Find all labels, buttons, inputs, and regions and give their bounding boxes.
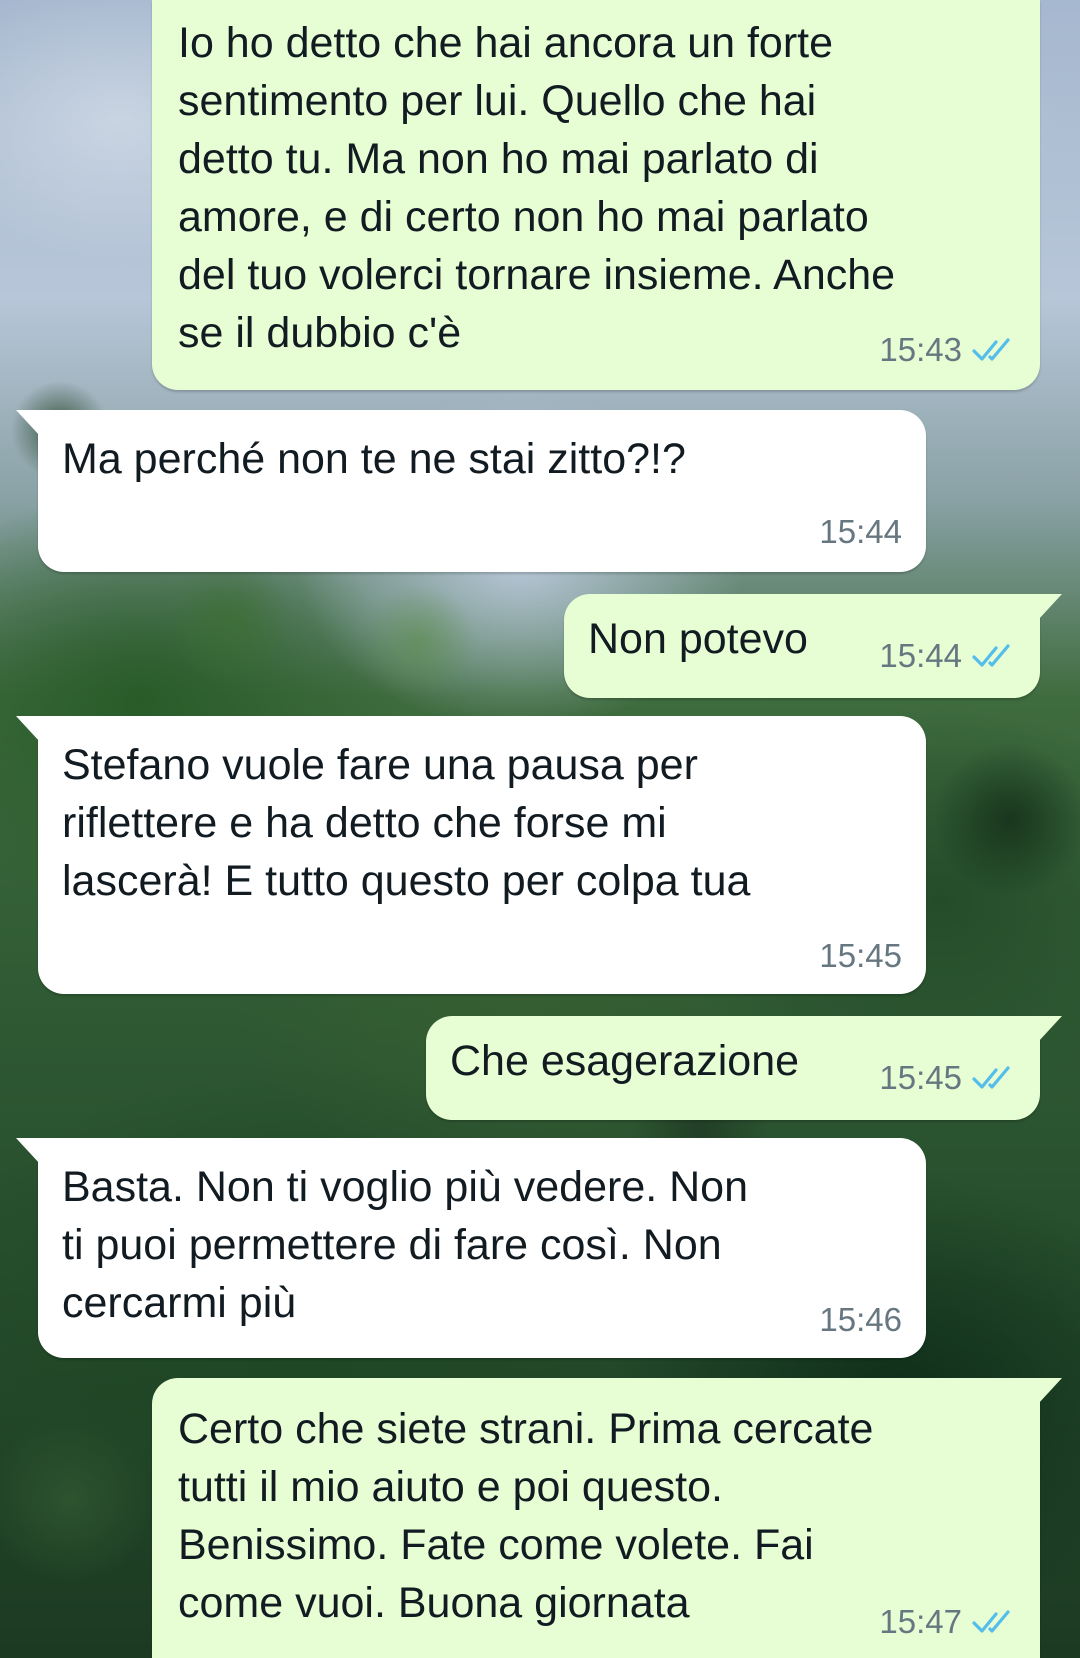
outgoing-message-bubble[interactable]: Non potevo 15:44 [564, 594, 1062, 698]
message-time: 15:45 [879, 1059, 962, 1096]
message-meta: 15:44 [819, 514, 902, 550]
message-text: Io ho detto che hai ancora un forte sent… [178, 19, 896, 357]
message-time: 15:45 [819, 937, 902, 974]
message-text: Basta. Non ti voglio più vedere. Non ti … [62, 1163, 749, 1327]
message-text: Stefano vuole fare una pausa per riflett… [62, 741, 751, 905]
double-check-read-icon [972, 644, 1010, 667]
incoming-message-bubble[interactable]: Basta. Non ti voglio più vedere. Non ti … [16, 1138, 926, 1358]
message-meta: 15:45 [879, 1060, 1016, 1096]
message-meta: 15:46 [819, 1302, 902, 1338]
incoming-message-bubble[interactable]: Stefano vuole fare una pausa per riflett… [16, 716, 926, 994]
double-check-read-icon [972, 1066, 1010, 1089]
outgoing-message-bubble[interactable]: Certo che siete strani. Prima cercate tu… [152, 1378, 1062, 1658]
message-time: 15:47 [879, 1603, 962, 1640]
message-meta: 15:45 [819, 938, 902, 974]
double-check-read-icon [972, 1610, 1010, 1633]
outgoing-message-bubble[interactable]: Io ho detto che hai ancora un forte sent… [152, 0, 1040, 390]
message-meta: 15:43 [879, 332, 1016, 368]
message-text: Certo che siete strani. Prima cercate tu… [178, 1405, 874, 1627]
double-check-read-icon [972, 338, 1010, 361]
message-time: 15:44 [879, 637, 962, 674]
message-time: 15:44 [819, 513, 902, 550]
message-text: Non potevo [588, 615, 808, 663]
message-time: 15:43 [879, 331, 962, 368]
message-time: 15:46 [819, 1301, 902, 1338]
message-text: Che esagerazione [450, 1037, 800, 1085]
outgoing-message-bubble[interactable]: Che esagerazione 15:45 [426, 1016, 1062, 1120]
chat-message-list[interactable]: Io ho detto che hai ancora un forte sent… [0, 0, 1080, 1658]
incoming-message-bubble[interactable]: Ma perché non te ne stai zitto?!? 15:44 [16, 410, 926, 572]
message-meta: 15:47 [879, 1604, 1016, 1640]
message-meta: 15:44 [879, 638, 1016, 674]
message-text: Ma perché non te ne stai zitto?!? [62, 435, 686, 483]
